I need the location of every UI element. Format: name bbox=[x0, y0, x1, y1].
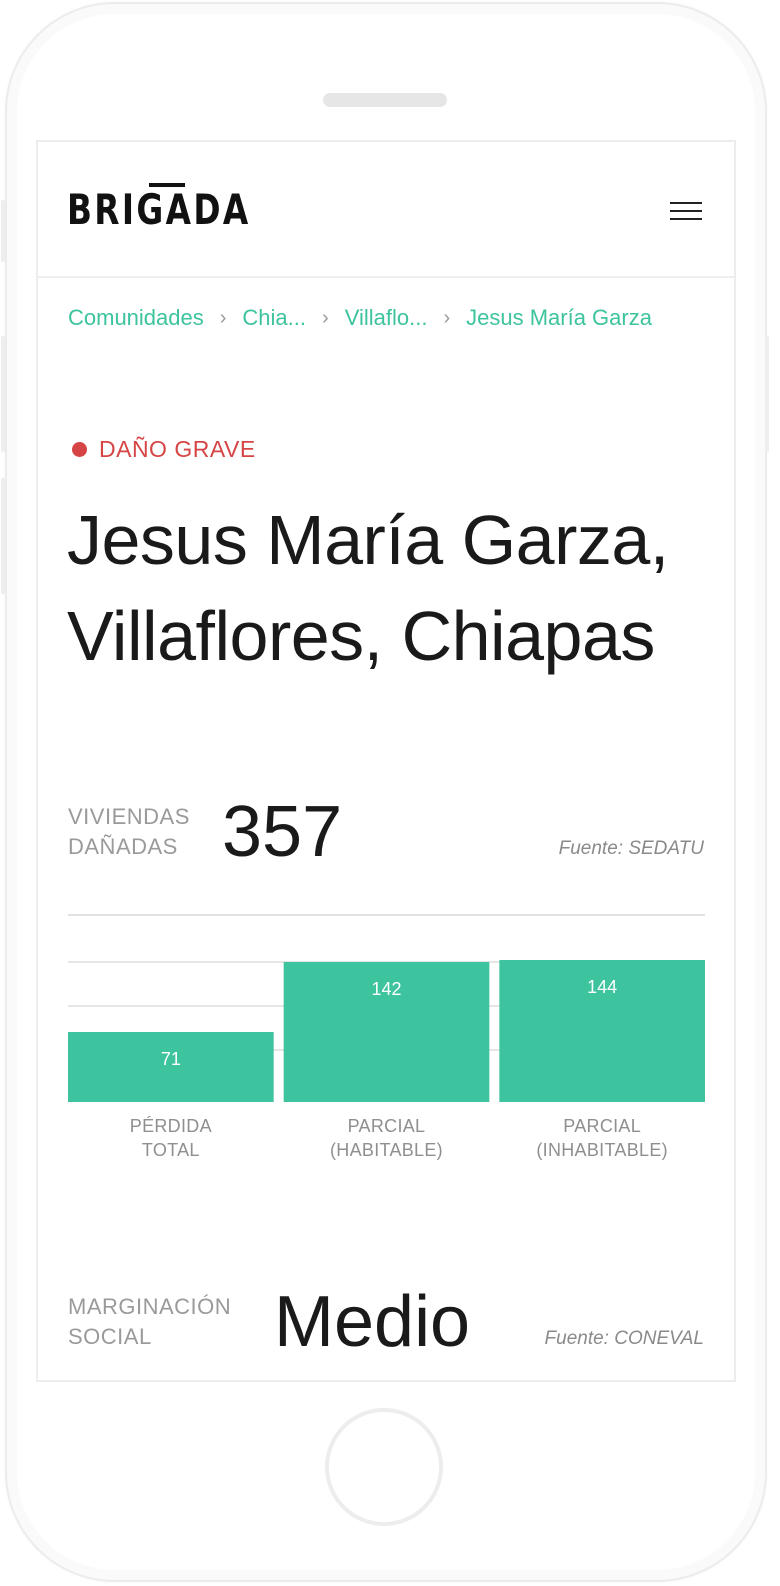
housing-label-line-2: DAÑADAS bbox=[68, 834, 178, 859]
chart-bar-value-label: 142 bbox=[371, 979, 401, 999]
phone-power-button bbox=[765, 336, 769, 452]
page-title: Jesus María Garza, Villaflores, Chiapas bbox=[67, 492, 727, 684]
status-label: DAÑO GRAVE bbox=[99, 436, 256, 462]
housing-label: VIVIENDAS DAÑADAS bbox=[68, 802, 190, 862]
chart-category-label-line: PARCIAL bbox=[563, 1116, 642, 1136]
breadcrumb-item-municipality[interactable]: Villaflo... bbox=[345, 305, 428, 331]
chevron-right-icon: › bbox=[443, 306, 451, 329]
section-divider bbox=[68, 914, 705, 916]
chart-category-label-line: PARCIAL bbox=[347, 1116, 426, 1136]
chart-category-label-line: PÉRDIDA bbox=[129, 1116, 212, 1136]
menu-line bbox=[670, 202, 702, 204]
chart-category-label-line: (INHABITABLE) bbox=[536, 1140, 668, 1160]
phone-volume-up-button bbox=[1, 336, 5, 452]
hamburger-menu-icon[interactable] bbox=[666, 198, 706, 224]
marginalization-label-line-1: MARGINACIÓN bbox=[68, 1294, 232, 1319]
status-dot-icon bbox=[72, 442, 87, 457]
page-title-line-2: Villaflores, Chiapas bbox=[67, 597, 655, 675]
chart-category-label-line: TOTAL bbox=[141, 1140, 200, 1160]
chevron-right-icon: › bbox=[219, 306, 227, 329]
breadcrumb: Comunidades › Chia... › Villaflo... › Je… bbox=[68, 302, 652, 334]
chart-category-label: PARCIAL (INHABITABLE) bbox=[499, 1114, 705, 1162]
brigada-logo[interactable]: BRIGADA bbox=[67, 178, 248, 238]
page-title-line-1: Jesus María Garza, bbox=[67, 501, 669, 579]
logo-text: BRIGADA bbox=[67, 185, 251, 234]
site-header: BRIGADA bbox=[38, 142, 734, 278]
housing-label-line-1: VIVIENDAS bbox=[68, 804, 190, 829]
marginalization-label: MARGINACIÓN SOCIAL bbox=[68, 1292, 231, 1352]
phone-volume-down-button bbox=[1, 478, 5, 594]
menu-line bbox=[670, 218, 702, 220]
chart-category-label-line: (HABITABLE) bbox=[329, 1140, 443, 1160]
marginalization-label-line-2: SOCIAL bbox=[68, 1324, 152, 1349]
marginalization-source: Fuente: CONEVAL bbox=[544, 1328, 704, 1349]
chevron-right-icon: › bbox=[322, 306, 329, 329]
housing-source: Fuente: SEDATU bbox=[558, 838, 704, 859]
chart-category-labels: PÉRDIDA TOTAL PARCIAL (HABITABLE) PARCIAL (IN… bbox=[68, 1114, 705, 1174]
phone-speaker bbox=[323, 93, 447, 107]
phone-silent-switch bbox=[1, 200, 5, 262]
menu-line bbox=[670, 210, 702, 212]
breadcrumb-item-comunidades[interactable]: Comunidades bbox=[68, 305, 204, 331]
chart-bar-value-label: 144 bbox=[587, 977, 617, 997]
damage-status: DAÑO GRAVE bbox=[72, 436, 256, 463]
chart-bar-value-label: 71 bbox=[161, 1049, 181, 1069]
chart-category-label: PÉRDIDA TOTAL bbox=[68, 1114, 274, 1162]
marginalization-value: Medio bbox=[274, 1282, 471, 1362]
housing-value: 357 bbox=[222, 792, 343, 872]
breadcrumb-item-state[interactable]: Chia... bbox=[242, 305, 306, 331]
phone-home-button[interactable] bbox=[325, 1408, 443, 1526]
breadcrumb-item-community[interactable]: Jesus María Garza bbox=[466, 305, 652, 331]
screen: BRIGADA Comunidades › Chia... › Villaflo… bbox=[36, 140, 736, 1382]
chart-category-label: PARCIAL (HABITABLE) bbox=[284, 1114, 490, 1162]
